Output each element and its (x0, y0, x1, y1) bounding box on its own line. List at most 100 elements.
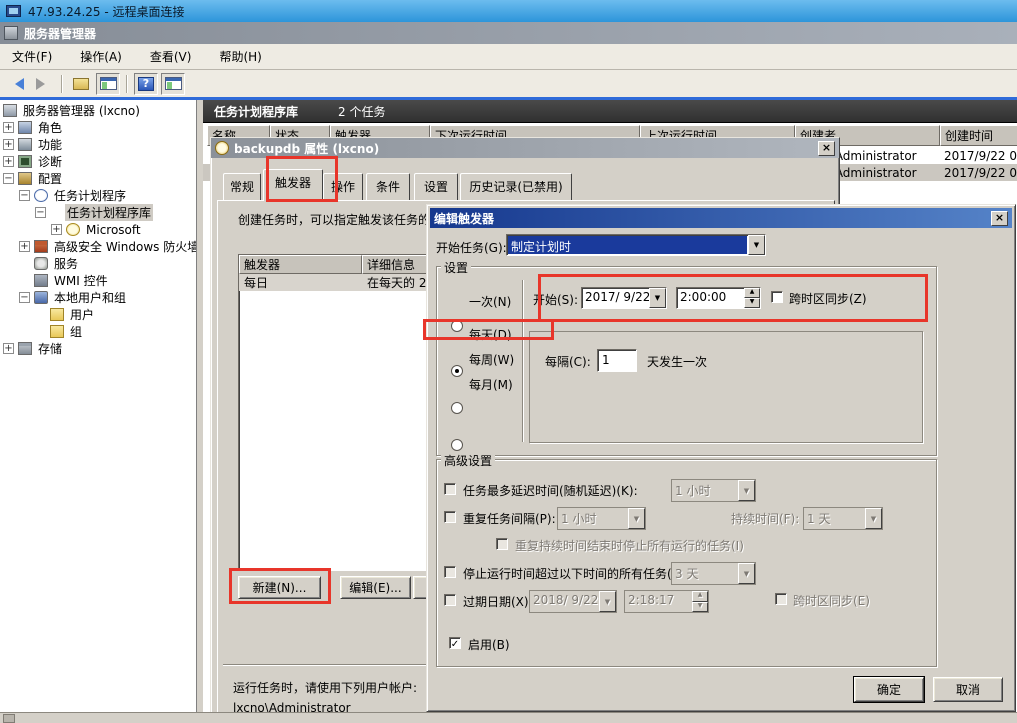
spin-up-icon: ▲ (692, 591, 708, 602)
radio-monthly-label[interactable]: 每月(M) (469, 376, 513, 393)
panel-header: 任务计划程序库 2 个任务 (203, 100, 1017, 123)
help-icon[interactable]: ? (134, 73, 158, 95)
tree-item-microsoft[interactable]: +Microsoft (0, 221, 196, 238)
column-header-created[interactable]: 创建时间 (940, 125, 1017, 146)
run-account-hint: 运行任务时，请使用下列用户帐户: (233, 679, 417, 696)
stop-long-running-checkbox[interactable] (444, 566, 456, 578)
edit-trigger-button[interactable]: 编辑(E)... (340, 576, 411, 599)
stop-long-running-label[interactable]: 停止运行时间超过以下时间的所有任务(L): (463, 565, 687, 582)
task-clock-icon (215, 141, 229, 155)
console-tree: 服务器管理器 (lxcno) +角色 +功能 +诊断 −配置 −任务计划程序 −… (0, 100, 197, 713)
collapse-icon[interactable]: − (19, 190, 30, 201)
delay-checkbox[interactable] (444, 483, 456, 495)
close-icon[interactable]: × (818, 141, 835, 156)
tab-general[interactable]: 常规 (223, 173, 261, 201)
tab-settings[interactable]: 设置 (414, 173, 458, 201)
enabled-label[interactable]: 启用(B) (468, 636, 510, 653)
back-icon[interactable] (4, 73, 28, 95)
task-created: 2017/9/22 0 (940, 166, 1017, 180)
forward-icon[interactable] (31, 73, 55, 95)
tree-item-groups[interactable]: 组 (0, 323, 196, 340)
trigger-column-header[interactable]: 触发器 (239, 255, 362, 274)
delay-label[interactable]: 任务最多延迟时间(随机延迟)(K): (463, 482, 638, 499)
radio-weekly-label[interactable]: 每周(W) (469, 351, 514, 368)
recur-input[interactable]: 1 (597, 349, 637, 372)
tree-item-diagnostics[interactable]: +诊断 (0, 153, 196, 170)
expand-icon[interactable]: + (3, 139, 14, 150)
highlight-daily-radio (423, 319, 554, 340)
menu-action[interactable]: 操作(A) (80, 48, 122, 65)
users-group-icon (34, 291, 48, 304)
tree-item-features[interactable]: +功能 (0, 136, 196, 153)
stop-at-duration-end-checkbox[interactable] (496, 538, 508, 550)
tab-history[interactable]: 历史记录(已禁用) (460, 173, 572, 201)
radio-once-label[interactable]: 一次(N) (469, 293, 511, 310)
panel-task-count: 2 个任务 (338, 103, 385, 120)
tree-item-users[interactable]: 用户 (0, 306, 196, 323)
radio-monthly[interactable] (451, 439, 463, 451)
tree-item-root[interactable]: 服务器管理器 (lxcno) (0, 102, 196, 119)
chevron-down-icon: ▼ (599, 591, 616, 612)
show-action-pane-icon[interactable] (161, 73, 185, 95)
up-folder-icon[interactable] (69, 73, 93, 95)
properties-dialog-title: backupdb 属性 (lxcno) (234, 140, 379, 157)
tree-item-local-users[interactable]: −本地用户和组 (0, 289, 196, 306)
cancel-button[interactable]: 取消 (933, 677, 1003, 702)
features-icon (18, 138, 32, 151)
tree-item-services[interactable]: 服务 (0, 255, 196, 272)
show-console-tree-icon[interactable] (96, 73, 120, 95)
daily-options-panel: 每隔(C): 1 天发生一次 (529, 331, 923, 443)
expire-label[interactable]: 过期日期(X): (463, 593, 533, 610)
chevron-down-icon: ▼ (738, 480, 755, 501)
expand-icon[interactable]: + (3, 343, 14, 354)
ok-button[interactable]: 确定 (854, 677, 924, 702)
configuration-icon (18, 172, 32, 185)
chevron-down-icon: ▼ (628, 508, 645, 529)
expand-icon[interactable]: + (3, 156, 14, 167)
tab-conditions[interactable]: 条件 (366, 173, 410, 201)
duration-value: 1 天 (804, 508, 865, 529)
close-icon[interactable]: × (991, 211, 1008, 226)
scroll-corner-icon (3, 714, 15, 723)
radio-weekly[interactable] (451, 402, 463, 414)
tree-item-wmi[interactable]: WMI 控件 (0, 272, 196, 289)
tree-item-configuration[interactable]: −配置 (0, 170, 196, 187)
expand-icon[interactable]: + (51, 224, 62, 235)
panel-title: 任务计划程序库 (214, 103, 298, 120)
begin-task-select[interactable]: 制定计划时 ▼ (506, 234, 766, 256)
stop-long-select: 3 天 ▼ (671, 562, 756, 585)
server-manager-title-bar: 服务器管理器 (0, 22, 1017, 44)
tree-item-task-scheduler[interactable]: −任务计划程序 (0, 187, 196, 204)
highlight-new-button (229, 568, 331, 604)
trigger-name: 每日 (239, 274, 362, 291)
collapse-icon[interactable]: − (3, 173, 14, 184)
repeat-checkbox[interactable] (444, 511, 456, 523)
repeat-label[interactable]: 重复任务间隔(P): (463, 510, 556, 527)
radio-daily[interactable] (451, 365, 463, 377)
expire-checkbox[interactable] (444, 594, 456, 606)
expand-icon[interactable]: + (19, 241, 30, 252)
chevron-down-icon[interactable]: ▼ (748, 235, 765, 255)
duration-label: 持续时间(F): (731, 510, 799, 527)
collapse-icon[interactable]: − (35, 207, 46, 218)
recur-suffix: 天发生一次 (647, 353, 707, 370)
expire-date-picker: 2018/ 9/22 ▼ (529, 590, 617, 613)
menu-file[interactable]: 文件(F) (12, 48, 52, 65)
tree-item-roles[interactable]: +角色 (0, 119, 196, 136)
enabled-checkbox[interactable]: ✓ (449, 637, 461, 649)
bottom-scrollbar-strip[interactable] (0, 712, 1017, 723)
roles-icon (18, 121, 32, 134)
tree-item-storage[interactable]: +存储 (0, 340, 196, 357)
expand-icon[interactable]: + (3, 122, 14, 133)
expire-sync-timezone-checkbox[interactable] (775, 593, 787, 605)
delay-select: 1 小时 ▼ (671, 479, 756, 502)
collapse-icon[interactable]: − (19, 292, 30, 303)
tree-item-task-scheduler-library[interactable]: −任务计划程序库 (0, 204, 196, 221)
duration-select: 1 天 ▼ (803, 507, 883, 530)
menu-help[interactable]: 帮助(H) (219, 48, 261, 65)
tree-item-firewall[interactable]: +高级安全 Windows 防火墙 (0, 238, 196, 255)
toolbar: ? (0, 70, 1017, 97)
advanced-group-label: 高级设置 (441, 452, 495, 469)
menu-view[interactable]: 查看(V) (150, 48, 192, 65)
task-scheduler-icon (34, 189, 48, 202)
